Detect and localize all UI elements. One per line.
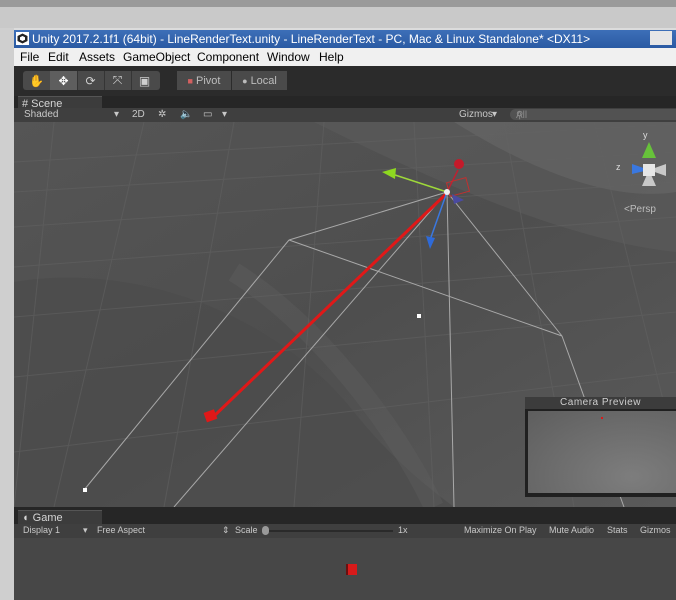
display-dropdown[interactable]: Display 1: [23, 525, 60, 535]
gizmos-dropdown-arrow: ▾: [492, 109, 498, 120]
local-icon: ●: [242, 75, 248, 86]
aspect-dropdown-arrow: ⇕: [222, 525, 230, 535]
menu-bar: File Edit Assets GameObject Component Wi…: [14, 48, 676, 66]
desktop-left-strip: [0, 28, 14, 600]
game-red-cube: [348, 564, 357, 575]
toggle-2d-button[interactable]: 2D: [132, 109, 145, 120]
move-tool-button[interactable]: ✥: [50, 71, 78, 90]
audio-toggle-icon[interactable]: 🔈: [180, 109, 192, 120]
effects-toggle-icon[interactable]: ▭: [203, 109, 212, 120]
aspect-dropdown[interactable]: Free Aspect: [97, 525, 145, 535]
game-gizmos-toggle[interactable]: Gizmos: [640, 525, 671, 535]
pivot-label: Pivot: [195, 74, 221, 87]
menu-component[interactable]: Component: [197, 50, 259, 64]
hand-icon: ✋: [29, 73, 44, 88]
game-tab-bar: ◖ Game: [14, 507, 676, 525]
svg-text:y: y: [643, 130, 648, 140]
scene-search-input[interactable]: ⚲ All: [510, 109, 676, 121]
camera-preview-title: Camera Preview: [525, 397, 676, 409]
camera-preview-panel: Camera Preview: [525, 397, 676, 497]
move-icon: ✥: [58, 73, 69, 88]
effects-dropdown-arrow: ▾: [222, 109, 228, 120]
lighting-toggle-icon[interactable]: ✲: [158, 109, 166, 120]
scale-tool-button[interactable]: ⤧: [104, 71, 132, 90]
pivot-icon: ■: [187, 75, 193, 86]
menu-edit[interactable]: Edit: [48, 50, 69, 64]
search-placeholder: All: [516, 110, 528, 121]
maximize-on-play-toggle[interactable]: Maximize On Play: [464, 525, 537, 535]
display-dropdown-arrow: ▾: [83, 525, 88, 535]
scene-options-bar: Shaded ▾ 2D ✲ 🔈 ▭ ▾ Gizmos ▾ ⚲ All: [14, 108, 676, 122]
scene-tab-bar: # Scene: [14, 96, 676, 110]
hand-tool-button[interactable]: ✋: [23, 71, 51, 90]
local-toggle[interactable]: ● Local: [232, 71, 287, 90]
rotate-icon: ⟳: [85, 73, 96, 88]
scale-icon: ⤧: [112, 73, 123, 87]
gizmos-dropdown[interactable]: Gizmos: [459, 109, 493, 120]
preview-red-marker: [601, 417, 603, 419]
camera-preview-image: [528, 411, 676, 493]
pivot-toggle[interactable]: ■ Pivot: [177, 71, 231, 90]
tab-game-label: Game: [32, 512, 63, 524]
game-pacman-icon: ◖: [22, 512, 29, 524]
menu-assets[interactable]: Assets: [79, 50, 115, 64]
shading-mode-dropdown[interactable]: Shaded: [24, 109, 58, 120]
unity-logo-icon: [16, 32, 29, 45]
unity-window: Unity 2017.2.1f1 (64bit) - LineRenderTex…: [14, 30, 676, 600]
shading-dropdown-arrow: ▾: [114, 109, 120, 120]
menu-window[interactable]: Window: [267, 50, 310, 64]
game-viewport[interactable]: [14, 538, 676, 600]
desktop-strip: [0, 0, 676, 28]
window-title: Unity 2017.2.1f1 (64bit) - LineRenderTex…: [32, 32, 591, 46]
svg-text:z: z: [616, 162, 621, 172]
scale-slider-handle[interactable]: [262, 526, 269, 535]
persp-label[interactable]: <Persp: [624, 204, 656, 215]
stats-toggle[interactable]: Stats: [607, 525, 628, 535]
rotate-tool-button[interactable]: ⟳: [77, 71, 105, 90]
window-controls[interactable]: [650, 31, 672, 45]
menu-file[interactable]: File: [20, 50, 39, 64]
title-bar: Unity 2017.2.1f1 (64bit) - LineRenderTex…: [14, 30, 676, 48]
scale-slider-track[interactable]: [265, 530, 393, 532]
tab-game[interactable]: ◖ Game: [18, 510, 102, 525]
rect-tool-button[interactable]: ▣: [131, 71, 158, 90]
transform-tools: ✋ ✥ ⟳ ⤧ ▣: [23, 71, 160, 90]
scale-label: Scale: [235, 525, 258, 535]
local-label: Local: [250, 74, 277, 87]
menu-help[interactable]: Help: [319, 50, 344, 64]
mute-audio-toggle[interactable]: Mute Audio: [549, 525, 594, 535]
persp-text: Persp: [629, 204, 656, 215]
game-options-bar: Display 1 ▾ Free Aspect ⇕ Scale 1x Maxim…: [14, 524, 676, 538]
rect-icon: ▣: [138, 73, 151, 88]
main-toolbar: ✋ ✥ ⟳ ⤧ ▣ ■ Pivot ● Local: [14, 66, 676, 96]
scale-value: 1x: [398, 525, 408, 535]
menu-gameobject[interactable]: GameObject: [123, 50, 190, 64]
